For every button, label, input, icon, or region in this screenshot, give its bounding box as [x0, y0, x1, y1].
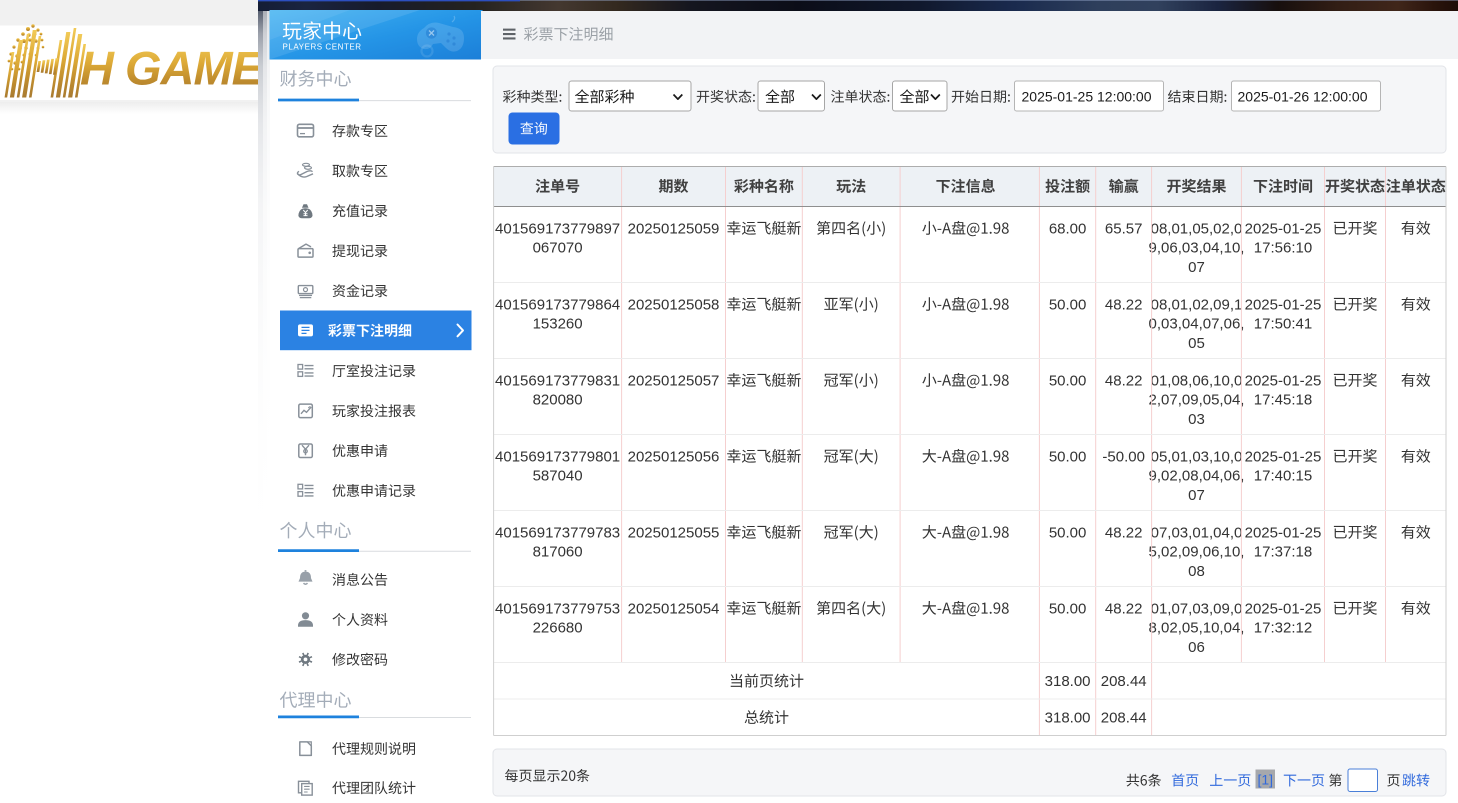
svg-text:2025-01-25: 2025-01-25: [1245, 448, 1322, 465]
svg-text:07: 07: [1188, 259, 1205, 276]
svg-text:05,01,03,10,0: 05,01,03,10,0: [1151, 448, 1243, 465]
svg-text:9,02,08,04,06,: 9,02,08,04,06,: [1149, 468, 1245, 485]
svg-text:401569173779801: 401569173779801: [495, 448, 620, 465]
svg-text:0,03,04,07,06,: 0,03,04,07,06,: [1149, 316, 1245, 333]
svg-text:17:56:10: 17:56:10: [1254, 240, 1312, 257]
svg-text:226680: 226680: [533, 620, 583, 637]
svg-text:[1]: [1]: [1258, 772, 1274, 788]
svg-text:817060: 817060: [533, 544, 583, 561]
svg-text:2,07,09,05,04,: 2,07,09,05,04,: [1149, 392, 1245, 409]
svg-text:65.57: 65.57: [1105, 220, 1143, 237]
svg-text:50.00: 50.00: [1049, 448, 1087, 465]
svg-text:01,07,03,09,0: 01,07,03,09,0: [1151, 600, 1243, 617]
svg-text:50.00: 50.00: [1049, 600, 1087, 617]
svg-text:48.22: 48.22: [1105, 524, 1143, 541]
svg-text:50.00: 50.00: [1049, 372, 1087, 389]
svg-text:17:32:12: 17:32:12: [1254, 620, 1312, 637]
svg-text:PLAYERS CENTER: PLAYERS CENTER: [283, 43, 362, 52]
svg-text:06: 06: [1188, 639, 1205, 656]
svg-text:153260: 153260: [533, 316, 583, 333]
svg-text:20250125056: 20250125056: [628, 448, 720, 465]
svg-text:2025-01-25: 2025-01-25: [1245, 220, 1322, 237]
svg-text:2025-01-25: 2025-01-25: [1245, 372, 1322, 389]
svg-text:587040: 587040: [533, 468, 583, 485]
svg-text:20250125058: 20250125058: [628, 296, 720, 313]
svg-text:20250125059: 20250125059: [628, 220, 720, 237]
svg-text:20250125057: 20250125057: [628, 372, 720, 389]
svg-text:08: 08: [1188, 563, 1205, 580]
svg-text:2025-01-26 12:00:00: 2025-01-26 12:00:00: [1238, 89, 1368, 105]
svg-text:08,01,02,09,1: 08,01,02,09,1: [1151, 296, 1243, 313]
svg-text:401569173779831: 401569173779831: [495, 372, 620, 389]
svg-text:318.00: 318.00: [1045, 673, 1091, 690]
svg-text:820080: 820080: [533, 392, 583, 409]
svg-text:48.22: 48.22: [1105, 296, 1143, 313]
svg-text:318.00: 318.00: [1045, 710, 1091, 727]
svg-text:48.22: 48.22: [1105, 372, 1143, 389]
svg-text:401569173779897: 401569173779897: [495, 220, 620, 237]
svg-text:20250125055: 20250125055: [628, 524, 720, 541]
svg-text:2025-01-25 12:00:00: 2025-01-25 12:00:00: [1022, 89, 1152, 105]
svg-text:07: 07: [1188, 487, 1205, 504]
svg-text:2025-01-25: 2025-01-25: [1245, 600, 1322, 617]
svg-text:03: 03: [1188, 411, 1205, 428]
svg-text:208.44: 208.44: [1101, 673, 1147, 690]
svg-text:2025-01-25: 2025-01-25: [1245, 524, 1322, 541]
svg-text:05: 05: [1188, 335, 1205, 352]
svg-text:-50.00: -50.00: [1102, 448, 1145, 465]
svg-text:68.00: 68.00: [1049, 220, 1087, 237]
svg-text:50.00: 50.00: [1049, 296, 1087, 313]
svg-text:50.00: 50.00: [1049, 524, 1087, 541]
svg-text:17:50:41: 17:50:41: [1254, 316, 1312, 333]
svg-text:2025-01-25: 2025-01-25: [1245, 296, 1322, 313]
svg-text:208.44: 208.44: [1101, 710, 1147, 727]
svg-text:8,02,05,10,04,: 8,02,05,10,04,: [1149, 620, 1245, 637]
svg-text:17:40:15: 17:40:15: [1254, 468, 1312, 485]
svg-text:H GAME: H GAME: [80, 42, 265, 95]
svg-text:01,08,06,10,0: 01,08,06,10,0: [1151, 372, 1243, 389]
svg-text:08,01,05,02,0: 08,01,05,02,0: [1151, 220, 1243, 237]
svg-text:48.22: 48.22: [1105, 600, 1143, 617]
svg-text:5,02,09,06,10,: 5,02,09,06,10,: [1149, 544, 1245, 561]
svg-text:067070: 067070: [533, 240, 583, 257]
svg-text:17:45:18: 17:45:18: [1254, 392, 1312, 409]
svg-text:07,03,01,04,0: 07,03,01,04,0: [1151, 524, 1243, 541]
svg-text:9,06,03,04,10,: 9,06,03,04,10,: [1149, 240, 1245, 257]
svg-text:401569173779864: 401569173779864: [495, 296, 620, 313]
svg-text:401569173779753: 401569173779753: [495, 600, 620, 617]
svg-text:17:37:18: 17:37:18: [1254, 544, 1312, 561]
svg-text:20250125054: 20250125054: [628, 600, 720, 617]
svg-text:401569173779783: 401569173779783: [495, 524, 620, 541]
